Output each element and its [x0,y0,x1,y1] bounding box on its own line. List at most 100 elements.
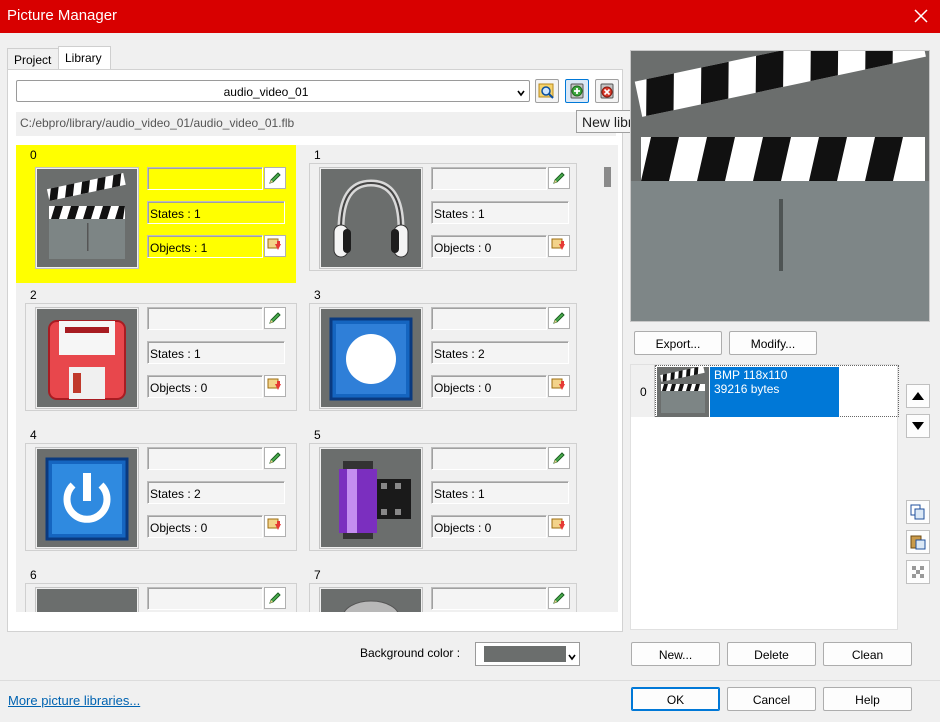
picture-index: 2 [30,288,37,302]
objects-icon [551,518,565,530]
pencil-icon [553,592,565,604]
find-objects-button[interactable] [548,235,570,257]
cancel-button[interactable]: Cancel [727,687,816,711]
clapperboard-icon [46,173,126,259]
objects-icon [267,518,281,530]
add-library-icon [570,83,584,99]
rename-button[interactable] [548,167,570,189]
objects-icon [267,378,281,390]
picture-name-field[interactable] [147,167,263,190]
triangle-up-icon [912,392,924,400]
background-color-label: Background color : [360,646,461,660]
delete-library-button[interactable] [595,79,619,103]
picture-cell-2[interactable]: 2 States : 1 Objects : 0 [16,285,297,423]
library-select[interactable]: audio_video_01 [16,80,530,102]
modify-button[interactable]: Modify... [729,331,817,355]
export-button[interactable]: Export... [634,331,722,355]
state-index: 0 [640,385,647,399]
picture-index: 5 [314,428,321,442]
picture-cell-7[interactable]: 7 [300,565,580,612]
rename-button[interactable] [548,307,570,329]
tab-library[interactable]: Library [58,46,111,70]
find-objects-button[interactable] [264,515,286,537]
state-info: BMP 118x110 39216 bytes [710,367,839,417]
objects-count: Objects : 1 [147,235,263,258]
move-down-button[interactable] [906,414,930,438]
headphones-icon [333,179,409,258]
state-list: 0 BMP 118x110 39216 bytes [630,364,899,630]
find-objects-button[interactable] [264,375,286,397]
pencil-icon [269,592,281,604]
grid-scrollbar[interactable] [597,147,617,611]
states-count: States : 2 [147,481,285,504]
rename-button[interactable] [264,587,286,609]
picture-name-field[interactable] [431,167,547,190]
pencil-icon [269,312,281,324]
color-swatch [484,646,566,662]
picture-cell-5[interactable]: 5 States : 1 Objects : 0 [300,425,580,563]
picture-name-field[interactable] [147,587,263,610]
search-library-button[interactable] [535,79,559,103]
picture-thumbnail [319,587,423,612]
tab-project[interactable]: Project [7,48,59,69]
paste-state-button[interactable] [906,530,930,554]
picture-index: 3 [314,288,321,302]
pencil-icon [553,172,565,184]
picture-thumbnail [35,447,139,549]
floppy-disk-icon [48,320,126,400]
power-button-icon [45,457,129,541]
pencil-icon [553,312,565,324]
states-count: States : 1 [431,201,569,224]
blank-icon [37,589,137,612]
help-button[interactable]: Help [823,687,912,711]
picture-cell-4[interactable]: 4 States : 2 Objects : 0 [16,425,297,563]
find-objects-button[interactable] [264,235,286,257]
move-up-button[interactable] [906,384,930,408]
ok-button[interactable]: OK [631,687,720,711]
copy-icon [910,504,925,520]
clean-state-button[interactable]: Clean [823,642,912,666]
picture-thumbnail [319,167,423,269]
rename-button[interactable] [264,307,286,329]
picture-cell-0[interactable]: 0 States : 1 Objects : 1 [16,145,296,283]
states-count: States : 2 [431,341,569,364]
pencil-icon [269,172,281,184]
state-row[interactable]: BMP 118x110 39216 bytes [655,365,899,417]
objects-count: Objects : 0 [431,235,547,258]
transparent-state-button[interactable] [906,560,930,584]
new-library-button[interactable] [565,79,589,103]
scrollbar-thumb[interactable] [604,167,611,187]
picture-index: 4 [30,428,37,442]
picture-thumbnail [35,167,139,269]
rename-button[interactable] [264,167,286,189]
objects-icon [267,238,281,250]
clapperboard-preview-icon [631,51,929,321]
title-bar: Picture Manager [0,0,940,33]
picture-name-field[interactable] [147,447,263,470]
delete-state-button[interactable]: Delete [727,642,816,666]
picture-name-field[interactable] [431,447,547,470]
picture-name-field[interactable] [431,587,547,610]
picture-preview [630,50,930,322]
picture-cell-3[interactable]: 3 States : 2 Objects : 0 [300,285,580,423]
objects-count: Objects : 0 [147,375,263,398]
picture-cell-6[interactable]: 6 [16,565,297,612]
more-libraries-link[interactable]: More picture libraries... [8,693,140,708]
picture-name-field[interactable] [147,307,263,330]
find-objects-button[interactable] [548,375,570,397]
background-color-select[interactable] [475,642,580,666]
copy-state-button[interactable] [906,500,930,524]
picture-index: 6 [30,568,37,582]
rename-button[interactable] [548,587,570,609]
find-objects-button[interactable] [548,515,570,537]
picture-cell-1[interactable]: 1 States : 1 Objects : 0 [300,145,580,283]
rename-button[interactable] [264,447,286,469]
picture-name-field[interactable] [431,307,547,330]
record-button-icon [329,317,413,401]
state-size: 39216 bytes [714,382,780,396]
paste-icon [910,535,926,550]
new-state-button[interactable]: New... [631,642,720,666]
close-icon[interactable] [908,4,934,28]
rename-button[interactable] [548,447,570,469]
picture-thumbnail [319,447,423,549]
